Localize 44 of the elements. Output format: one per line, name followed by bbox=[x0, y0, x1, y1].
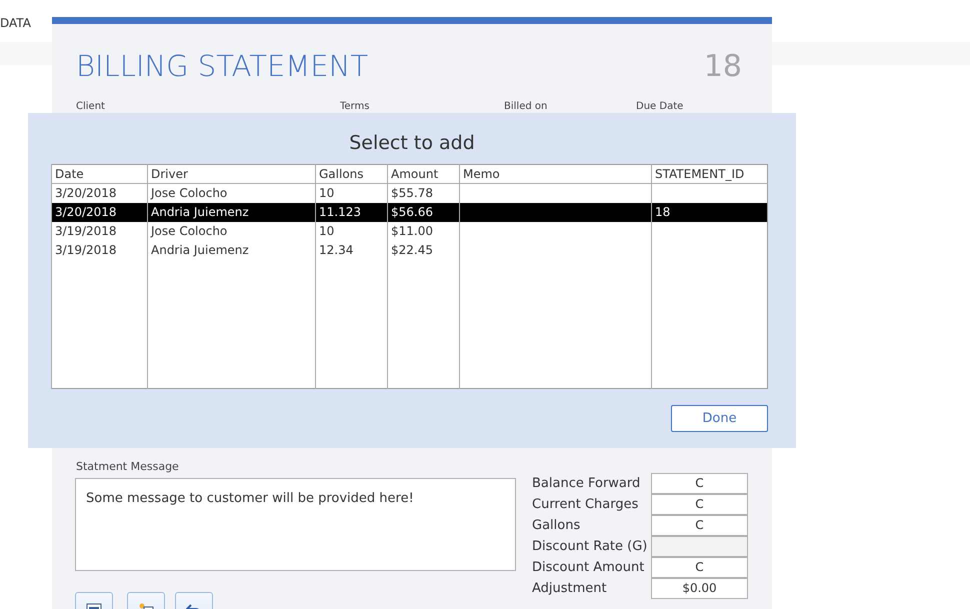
total-value-field[interactable]: C bbox=[651, 514, 748, 536]
field-label: Statment Message bbox=[76, 459, 180, 475]
statement-title: BILLING STATEMENT bbox=[76, 48, 368, 85]
column-header[interactable]: Memo bbox=[460, 164, 652, 184]
total-value-field[interactable]: C bbox=[651, 494, 748, 514]
total-label: Discount Rate (G) bbox=[532, 538, 648, 556]
table-cell: Jose Colocho bbox=[148, 222, 316, 240]
total-label: Adjustment bbox=[532, 580, 608, 598]
total-label: Current Charges bbox=[532, 496, 640, 514]
field-label: Due Date bbox=[636, 100, 684, 114]
table-row[interactable]: 3/19/2018 Jose Colocho 10 $11.00 bbox=[52, 222, 768, 240]
field-label: Client bbox=[76, 100, 106, 114]
table-row[interactable]: 3/19/2018 Andria Juiemenz 12.34 $22.45 bbox=[52, 240, 768, 260]
done-button[interactable]: Done bbox=[671, 405, 768, 432]
field-label: Billed on bbox=[504, 100, 548, 114]
table-cell: 18 bbox=[652, 202, 768, 222]
message-field[interactable]: Some message to customer will be provided here! bbox=[75, 478, 516, 570]
table-cell: 3/19/2018 bbox=[52, 222, 148, 240]
total-value-field[interactable]: C bbox=[651, 556, 748, 578]
table-cell: 12.34 bbox=[316, 240, 388, 260]
table-cell: 10 bbox=[316, 222, 388, 240]
column-header[interactable]: Gallons bbox=[316, 164, 388, 184]
column-header[interactable]: Driver bbox=[148, 164, 316, 184]
total-label: Discount Amount bbox=[532, 558, 646, 576]
table-cell: 3/19/2018 bbox=[52, 240, 148, 260]
total-label: Gallons bbox=[532, 516, 582, 534]
total-value-field[interactable]: $0.00 bbox=[651, 578, 748, 598]
table-cell: Andria Juiemenz bbox=[148, 202, 316, 222]
table-row[interactable]: 3/20/2018 Andria Juiemenz 11.123 $56.66 18 bbox=[52, 202, 768, 222]
app-header-label: DATA bbox=[0, 16, 31, 30]
column-header[interactable]: Date bbox=[52, 164, 148, 184]
table-cell: $11.00 bbox=[388, 222, 460, 240]
total-value-field[interactable]: C bbox=[651, 472, 748, 494]
table-cell: 3/20/2018 bbox=[52, 202, 148, 222]
total-label: Balance Forward bbox=[532, 474, 642, 492]
table-cell: $56.66 bbox=[388, 202, 460, 222]
dialog-title: Select to add bbox=[349, 132, 475, 154]
column-header[interactable]: STATEMENT_ID bbox=[652, 164, 768, 184]
table-cell: $22.45 bbox=[388, 240, 460, 260]
field-label: Terms bbox=[340, 100, 370, 114]
statement-number: 18 bbox=[704, 48, 742, 86]
column-header[interactable]: Amount bbox=[388, 164, 460, 184]
table-cell: Andria Juiemenz bbox=[148, 240, 316, 260]
table-cell: 11.123 bbox=[316, 202, 388, 222]
